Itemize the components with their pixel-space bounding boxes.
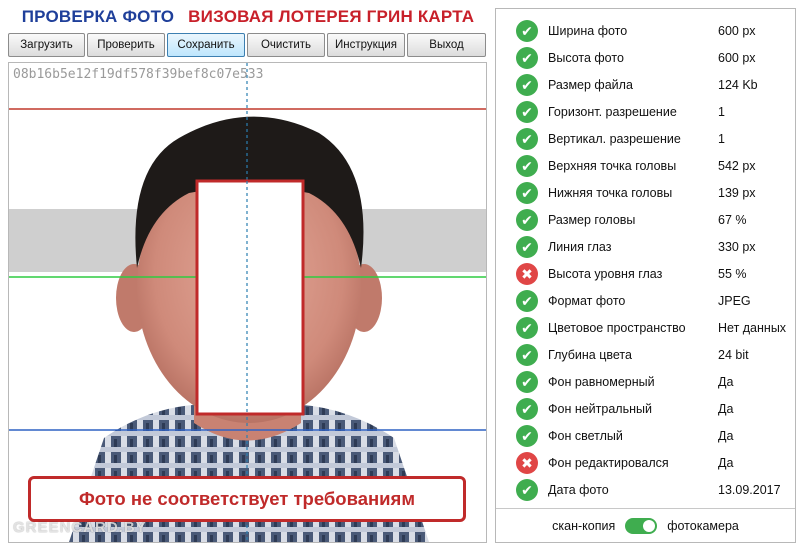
cross-circle-icon: ✖ bbox=[516, 262, 538, 285]
app-title: ПРОВЕРКА ФОТО bbox=[21, 6, 175, 26]
check-circle-icon: ✔ bbox=[516, 478, 538, 501]
check-value: Да bbox=[718, 428, 734, 443]
check-circle-icon: ✔ bbox=[516, 343, 538, 366]
check-circle-icon: ✔ bbox=[516, 424, 538, 447]
face-measure-box bbox=[195, 179, 305, 416]
check-label: Фон светлый bbox=[548, 428, 623, 443]
check-value: 1 bbox=[718, 104, 725, 119]
check-row: ✔ Ширина фото 600 px bbox=[496, 17, 795, 44]
toggle-label-camera[interactable]: фотокамера bbox=[667, 519, 739, 533]
check-value: 600 px bbox=[718, 50, 756, 65]
check-row: ✔ Размер файла 124 Kb bbox=[496, 71, 795, 98]
check-row: ✔ Нижняя точка головы 139 px bbox=[496, 179, 795, 206]
check-row: ✔ Верхняя точка головы 542 px bbox=[496, 152, 795, 179]
check-circle-icon: ✔ bbox=[516, 208, 538, 231]
check-row: ✔ Горизонт. разрешение 1 bbox=[496, 98, 795, 125]
source-switch[interactable] bbox=[625, 518, 658, 534]
app-header: ПРОВЕРКА ФОТО ВИЗОВАЯ ЛОТЕРЕЯ ГРИН КАРТА bbox=[0, 0, 496, 33]
check-label: Вертикал. разрешение bbox=[548, 131, 681, 146]
check-label: Высота уровня глаз bbox=[548, 266, 663, 281]
switch-knob bbox=[643, 520, 656, 532]
check-circle-icon: ✔ bbox=[516, 289, 538, 312]
check-label: Верхняя точка головы bbox=[548, 158, 677, 173]
check-label: Фон равномерный bbox=[548, 374, 655, 389]
check-value: 124 Kb bbox=[718, 77, 758, 92]
portrait-photo bbox=[9, 63, 486, 542]
error-banner: Фото не соответствует требованиям bbox=[28, 476, 466, 522]
check-button[interactable]: Проверить bbox=[87, 33, 165, 57]
check-label: Нижняя точка головы bbox=[548, 185, 673, 200]
check-row: ✔ Высота фото 600 px bbox=[496, 44, 795, 71]
check-value: Да bbox=[718, 374, 734, 389]
check-label: Горизонт. разрешение bbox=[548, 104, 677, 119]
check-label: Фон нейтральный bbox=[548, 401, 652, 416]
check-circle-icon: ✔ bbox=[516, 316, 538, 339]
watermark: GREENCARD.BY bbox=[13, 519, 147, 536]
check-row: ✖ Фон редактировался Да bbox=[496, 449, 795, 476]
check-row: ✔ Дата фото 13.09.2017 bbox=[496, 476, 795, 503]
load-button[interactable]: Загрузить bbox=[8, 33, 85, 57]
instruction-button[interactable]: Инструкция bbox=[327, 33, 405, 57]
photo-hash: 08b16b5e12f19df578f39bef8c07e533 bbox=[13, 67, 264, 82]
check-value: 542 px bbox=[718, 158, 756, 173]
check-row: ✔ Фон светлый Да bbox=[496, 422, 795, 449]
toolbar: Загрузить Проверить Сохранить Очистить И… bbox=[8, 33, 488, 57]
check-label: Цветовое пространство bbox=[548, 320, 686, 335]
check-row: ✔ Формат фото JPEG bbox=[496, 287, 795, 314]
check-value: 13.09.2017 bbox=[718, 482, 781, 497]
check-value: 139 px bbox=[718, 185, 756, 200]
check-row: ✔ Фон равномерный Да bbox=[496, 368, 795, 395]
clear-button[interactable]: Очистить bbox=[247, 33, 325, 57]
check-circle-icon: ✔ bbox=[516, 370, 538, 393]
source-toggle: скан-копия фотокамера bbox=[496, 514, 795, 538]
check-value: 24 bit bbox=[718, 347, 749, 362]
panel-divider bbox=[496, 508, 795, 509]
check-circle-icon: ✔ bbox=[516, 100, 538, 123]
check-circle-icon: ✔ bbox=[516, 73, 538, 96]
check-circle-icon: ✔ bbox=[516, 235, 538, 258]
cross-circle-icon: ✖ bbox=[516, 451, 538, 474]
check-label: Высота фото bbox=[548, 50, 624, 65]
check-row: ✔ Размер головы 67 % bbox=[496, 206, 795, 233]
photo-preview: 08b16b5e12f19df578f39bef8c07e533 Фото не… bbox=[8, 62, 487, 543]
check-value: Нет данных bbox=[718, 320, 787, 335]
check-value: 55 % bbox=[718, 266, 747, 281]
check-label: Размер головы bbox=[548, 212, 636, 227]
check-value: Да bbox=[718, 455, 734, 470]
check-label: Ширина фото bbox=[548, 23, 628, 38]
check-row: ✔ Вертикал. разрешение 1 bbox=[496, 125, 795, 152]
app-subtitle: ВИЗОВАЯ ЛОТЕРЕЯ ГРИН КАРТА bbox=[188, 6, 475, 26]
check-label: Фон редактировался bbox=[548, 455, 669, 470]
check-label: Дата фото bbox=[548, 482, 609, 497]
check-circle-icon: ✔ bbox=[516, 127, 538, 150]
check-label: Формат фото bbox=[548, 293, 626, 308]
check-value: JPEG bbox=[718, 293, 751, 308]
check-value: 330 px bbox=[718, 239, 756, 254]
check-value: 67 % bbox=[718, 212, 747, 227]
check-circle-icon: ✔ bbox=[516, 46, 538, 69]
check-value: Да bbox=[718, 401, 734, 416]
check-label: Глубина цвета bbox=[548, 347, 632, 362]
check-circle-icon: ✔ bbox=[516, 397, 538, 420]
save-button[interactable]: Сохранить bbox=[167, 33, 245, 57]
check-value: 1 bbox=[718, 131, 725, 146]
check-value: 600 px bbox=[718, 23, 756, 38]
toggle-label-scan[interactable]: скан-копия bbox=[552, 519, 615, 533]
check-row: ✔ Линия глаз 330 px bbox=[496, 233, 795, 260]
check-row: ✖ Высота уровня глаз 55 % bbox=[496, 260, 795, 287]
check-circle-icon: ✔ bbox=[516, 181, 538, 204]
check-circle-icon: ✔ bbox=[516, 19, 538, 42]
check-row: ✔ Фон нейтральный Да bbox=[496, 395, 795, 422]
check-circle-icon: ✔ bbox=[516, 154, 538, 177]
check-row: ✔ Цветовое пространство Нет данных bbox=[496, 314, 795, 341]
checks-panel: ✔ Ширина фото 600 px ✔ Высота фото 600 px ✔ Раз… bbox=[495, 8, 796, 543]
check-row: ✔ Глубина цвета 24 bit bbox=[496, 341, 795, 368]
exit-button[interactable]: Выход bbox=[407, 33, 486, 57]
check-label: Размер файла bbox=[548, 77, 633, 92]
check-label: Линия глаз bbox=[548, 239, 612, 254]
